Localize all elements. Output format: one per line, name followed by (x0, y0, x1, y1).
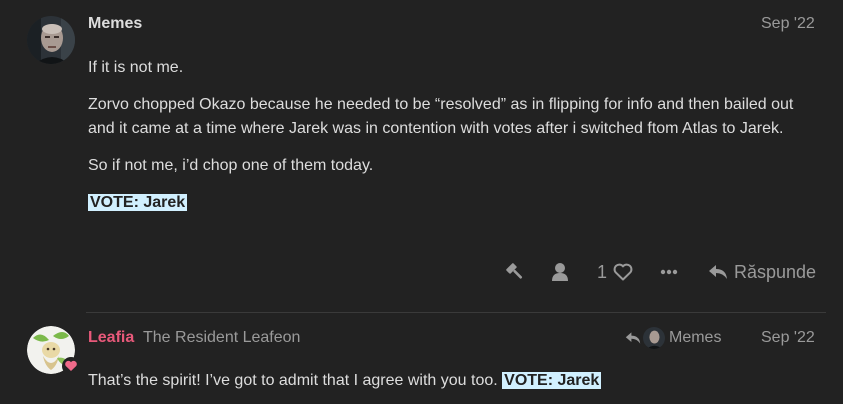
post-leafia: Leafia The Resident Leafeon Memes Sep '2… (0, 313, 843, 404)
reply-label: Răspunde (734, 261, 817, 282)
post-paragraph: If it is not me. (88, 59, 184, 76)
user-button[interactable] (551, 260, 569, 284)
vote-highlight: VOTE: Jarek (88, 194, 188, 211)
post-memes: Memes Sep '22 If it is not me. Zorvo cho… (0, 0, 843, 312)
post-text: That’s the spirit! I’ve got to admit tha… (88, 372, 498, 389)
reply-button[interactable]: Răspunde (708, 260, 816, 284)
post-body: That’s the spirit! I’ve got to admit tha… (88, 369, 808, 393)
post-paragraph: Zorvo chopped Okazo because he needed to… (88, 96, 794, 137)
vote-highlight: VOTE: Jarek (502, 372, 602, 389)
post-date[interactable]: Sep '22 (761, 15, 815, 33)
more-button[interactable] (660, 260, 678, 284)
avatar-memes[interactable] (27, 16, 75, 64)
reply-to-avatar (643, 327, 665, 349)
post-body: If it is not me. Zorvo chopped Okazo bec… (88, 56, 808, 228)
user-icon (552, 263, 568, 281)
username[interactable]: Memes (88, 15, 142, 33)
post-date[interactable]: Sep '22 (761, 329, 815, 347)
like-button[interactable]: 1 (597, 260, 633, 284)
flag-button[interactable] (505, 260, 525, 284)
user-title: The Resident Leafeon (143, 329, 301, 346)
heart-icon (613, 263, 633, 281)
username[interactable]: Leafia (88, 329, 134, 347)
reply-to-indicator[interactable]: Memes (625, 326, 721, 350)
reply-to-username: Memes (669, 329, 722, 346)
ellipsis-icon (660, 269, 678, 275)
like-count: 1 (597, 261, 608, 282)
reply-arrow-icon (625, 332, 641, 344)
heart-badge-icon (62, 357, 80, 375)
reply-arrow-icon (709, 265, 727, 279)
post-paragraph: So if not me, i’d chop one of them today… (88, 157, 374, 174)
gavel-icon (506, 263, 523, 279)
